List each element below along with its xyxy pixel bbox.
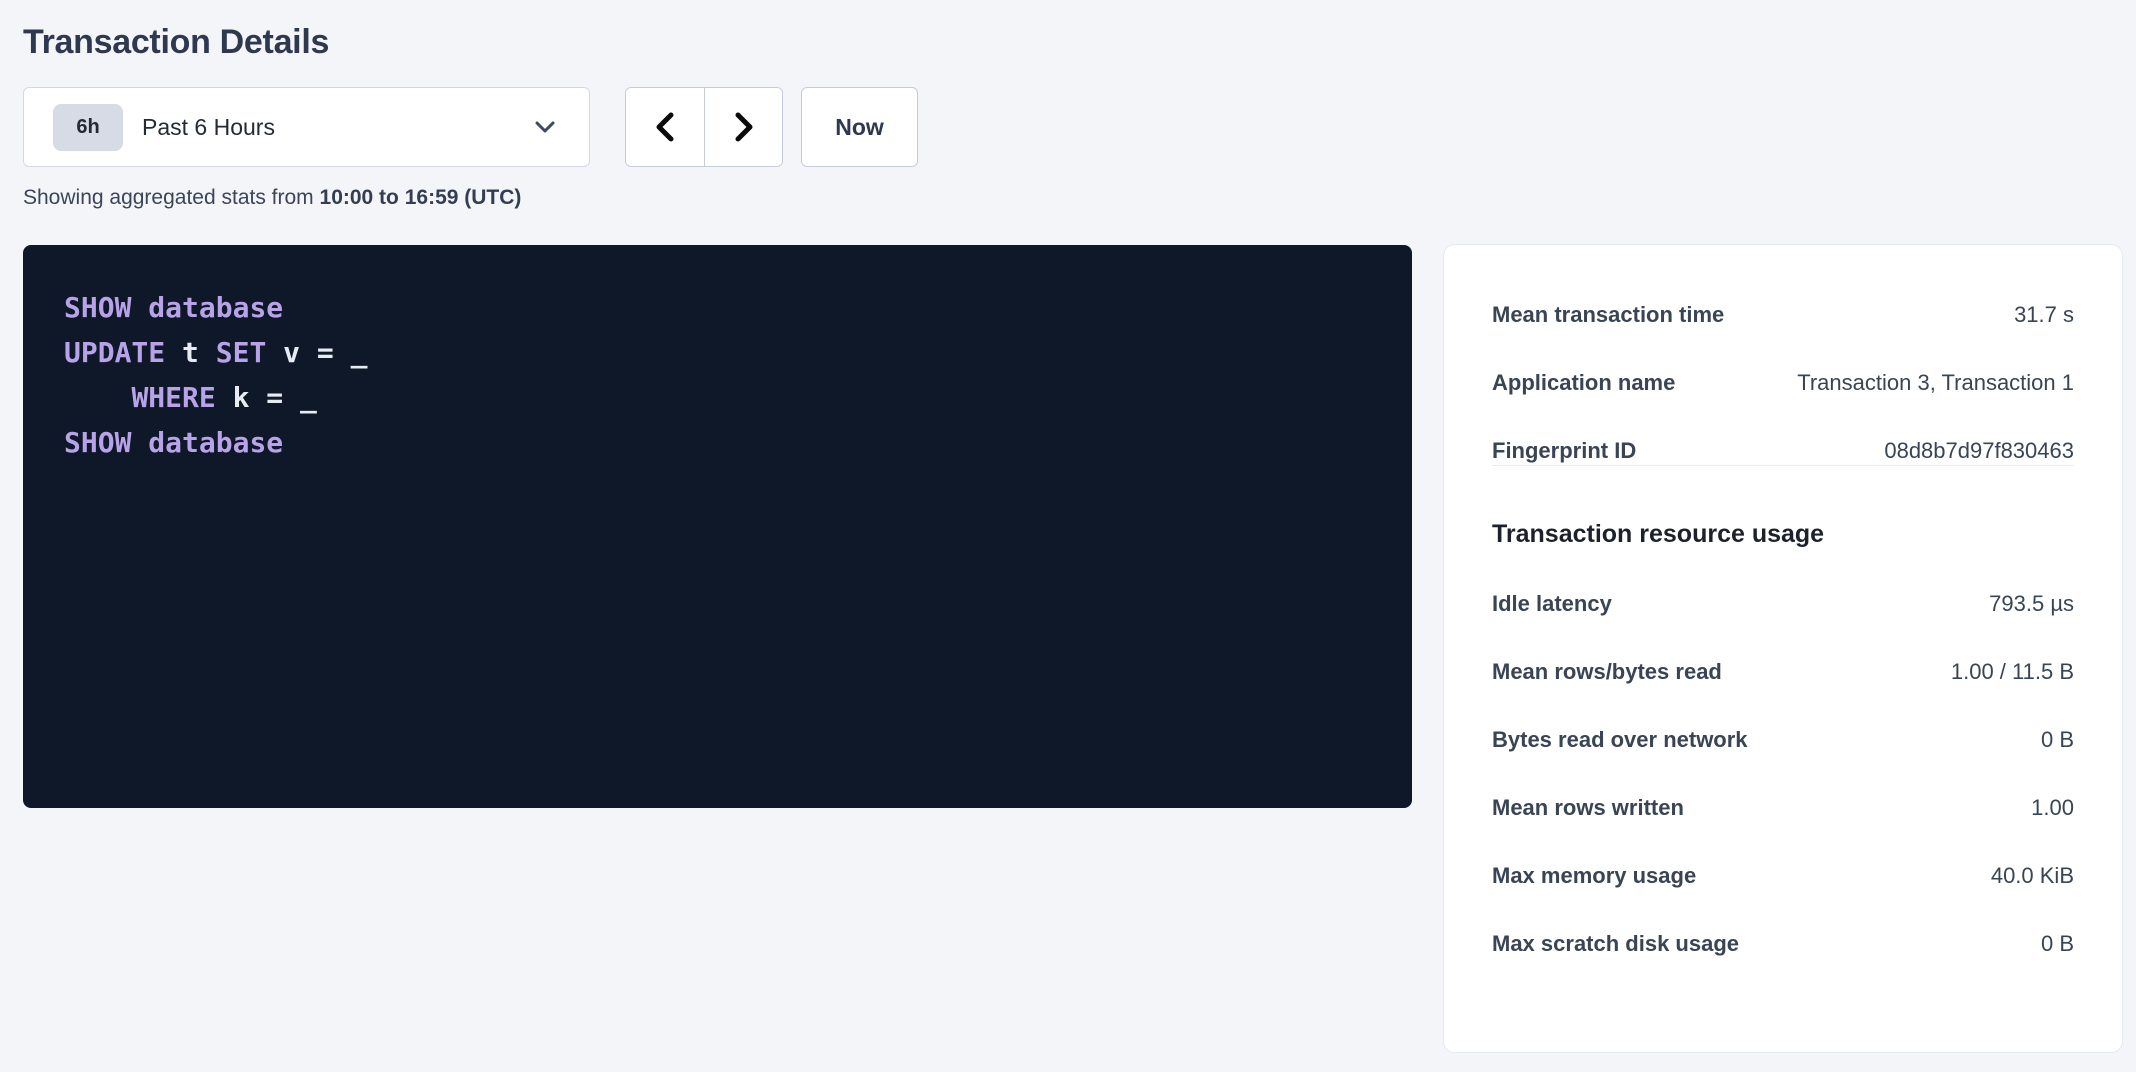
time-nav-group (625, 87, 783, 167)
next-time-button[interactable] (704, 88, 782, 166)
sql-line: SHOW database (64, 285, 1372, 330)
transaction-details-page: Transaction Details 6h Past 6 Hours (0, 0, 2136, 1052)
summary-row-label: Max scratch disk usage (1492, 930, 1739, 958)
summary-row: Mean transaction time 31.7 s (1492, 301, 2074, 329)
chevron-down-icon (535, 121, 555, 133)
time-range-label: Past 6 Hours (142, 114, 275, 141)
summary-row-label: Mean rows/bytes read (1492, 658, 1722, 686)
time-range-select[interactable]: 6h Past 6 Hours (23, 87, 590, 167)
section-divider (1492, 465, 2074, 466)
summary-row: Application name Transaction 3, Transact… (1492, 369, 2074, 397)
time-range-badge: 6h (53, 104, 123, 151)
summary-row: Bytes read over network 0 B (1492, 726, 2074, 754)
summary-row-value: 1.00 / 11.5 B (1951, 658, 2074, 686)
chevron-right-icon (733, 111, 755, 143)
summary-row: Mean rows/bytes read 1.00 / 11.5 B (1492, 658, 2074, 686)
usage-rows: Idle latency 793.5 µs Mean rows/bytes re… (1492, 590, 2074, 958)
summary-row-label: Application name (1492, 369, 1675, 397)
summary-row-value: 793.5 µs (1989, 590, 2074, 618)
summary-row-value: 1.00 (2031, 794, 2074, 822)
usage-section-heading: Transaction resource usage (1492, 518, 2074, 550)
summary-row-value: 08d8b7d97f830463 (1884, 437, 2074, 465)
stats-line-range: 10:00 to 16:59 (UTC) (320, 186, 522, 209)
summary-row: Fingerprint ID 08d8b7d97f830463 (1492, 437, 2074, 465)
sql-line: WHERE k = _ (64, 375, 1372, 420)
summary-row: Idle latency 793.5 µs (1492, 590, 2074, 618)
summary-row-label: Mean transaction time (1492, 301, 1724, 329)
page-title: Transaction Details (23, 22, 2122, 63)
summary-row-value: 31.7 s (2014, 301, 2074, 329)
summary-row-label: Fingerprint ID (1492, 437, 1636, 465)
main-content: SHOW databaseUPDATE t SET v = _ WHERE k … (23, 245, 2122, 1052)
aggregated-stats-line: Showing aggregated stats from 10:00 to 1… (23, 184, 2122, 212)
transaction-summary-card: Mean transaction time 31.7 s Application… (1444, 245, 2122, 1052)
now-button[interactable]: Now (801, 87, 918, 167)
prev-time-button[interactable] (626, 88, 704, 166)
summary-row-value: 40.0 KiB (1991, 862, 2074, 890)
chevron-left-icon (654, 111, 676, 143)
sql-line: SHOW database (64, 420, 1372, 465)
summary-row: Max scratch disk usage 0 B (1492, 930, 2074, 958)
summary-row-label: Mean rows written (1492, 794, 1684, 822)
summary-row-label: Bytes read over network (1492, 726, 1748, 754)
sql-code: SHOW databaseUPDATE t SET v = _ WHERE k … (64, 285, 1372, 465)
sql-statement-box: SHOW databaseUPDATE t SET v = _ WHERE k … (23, 245, 1412, 808)
summary-row-value: 0 B (2041, 726, 2074, 754)
overview-rows: Mean transaction time 31.7 s Application… (1492, 301, 2074, 465)
summary-row-value: Transaction 3, Transaction 1 (1797, 369, 2074, 397)
summary-row: Max memory usage 40.0 KiB (1492, 862, 2074, 890)
time-toolbar: 6h Past 6 Hours (23, 87, 2122, 167)
summary-row-value: 0 B (2041, 930, 2074, 958)
summary-row-label: Max memory usage (1492, 862, 1696, 890)
summary-row-label: Idle latency (1492, 590, 1612, 618)
sql-line: UPDATE t SET v = _ (64, 330, 1372, 375)
summary-row: Mean rows written 1.00 (1492, 794, 2074, 822)
stats-line-prefix: Showing aggregated stats from (23, 186, 320, 209)
